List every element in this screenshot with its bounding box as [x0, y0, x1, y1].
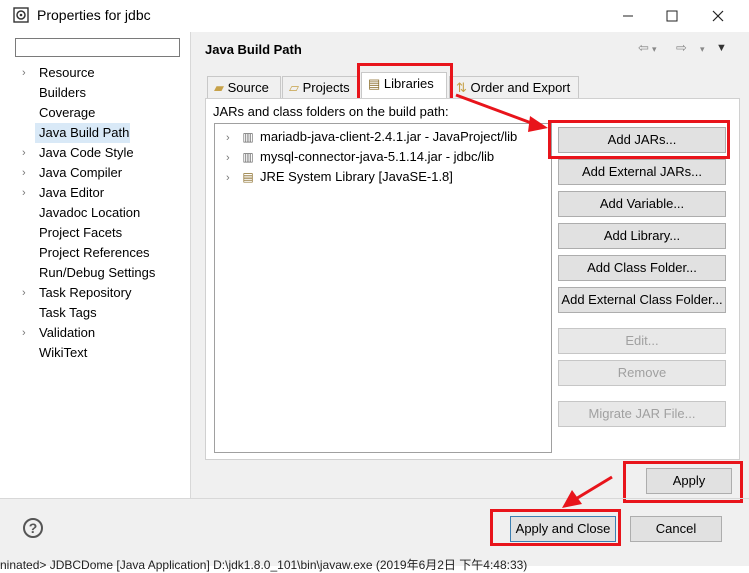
arrow-to-apply-and-close	[562, 475, 613, 508]
arrow-to-add-jars	[455, 93, 548, 132]
annotation-arrows	[455, 93, 613, 508]
